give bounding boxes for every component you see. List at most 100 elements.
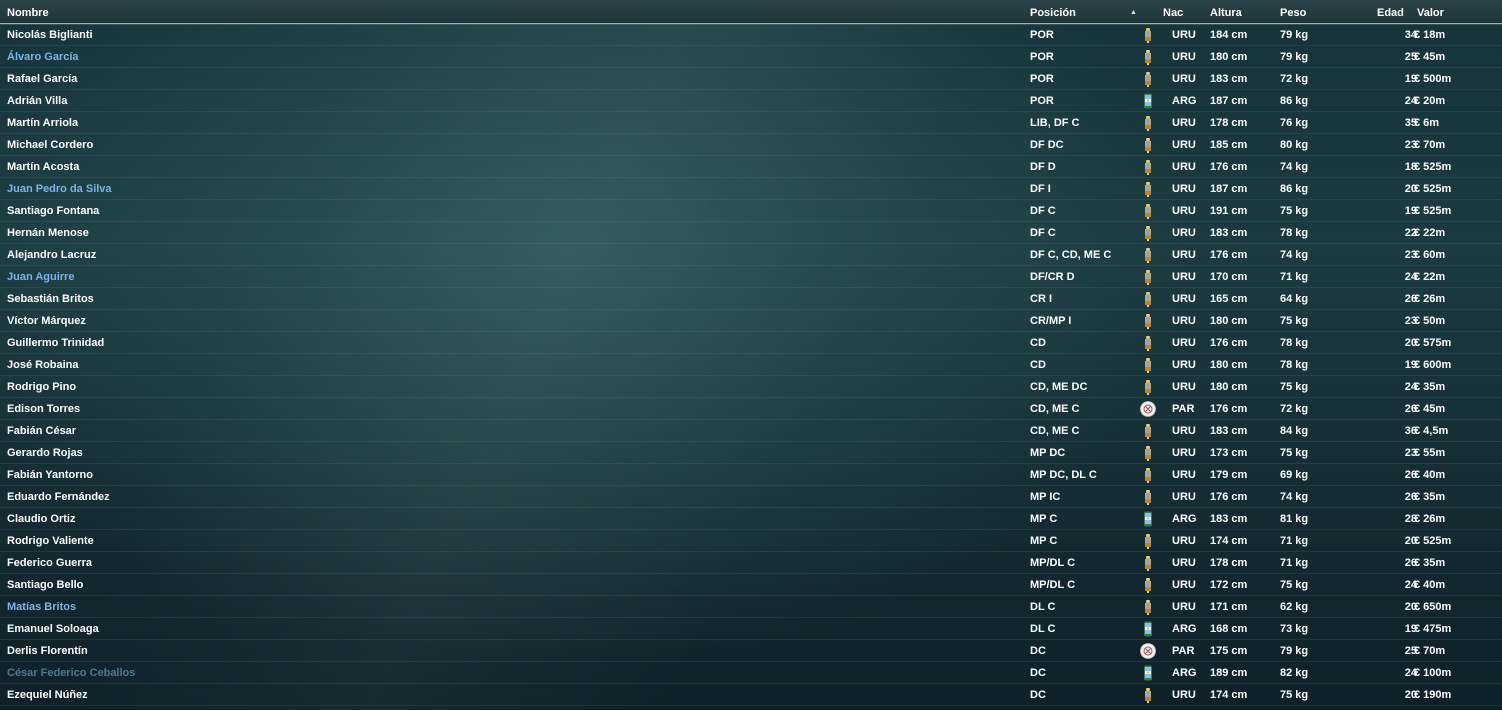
player-name[interactable]: Emanuel Soloaga [7,618,99,640]
table-row[interactable]: Alejandro Lacruz DF C, CD, ME C URU 176 cm 7… [0,244,1502,266]
uruguay-badge-icon[interactable] [1139,687,1157,703]
uruguay-badge-icon[interactable] [1139,577,1157,593]
column-header-nombre[interactable]: Nombre [7,0,49,23]
uruguay-badge-icon[interactable] [1139,137,1157,153]
player-name[interactable]: Martín Arriola [7,112,78,134]
column-header-edad[interactable]: Edad [1377,0,1404,23]
uruguay-badge-icon[interactable] [1139,291,1157,307]
table-row[interactable]: Rafael García POR URU 183 cm 72 kg 19 € 500m [0,68,1502,90]
player-name[interactable]: Santiago Fontana [7,200,99,222]
player-name[interactable]: Rodrigo Valiente [7,530,94,552]
player-name[interactable]: Matías Britos [7,596,76,618]
table-row[interactable]: Adrián Villa POR ARG 187 cm 86 kg 24 € 20m [0,90,1502,112]
player-name[interactable]: Gerardo Rojas [7,442,83,464]
argentina-badge-icon[interactable] [1139,665,1157,681]
uruguay-badge-icon[interactable] [1139,599,1157,615]
table-row[interactable]: Guillermo Trinidad CD URU 176 cm 78 kg 20 € 57… [0,332,1502,354]
player-name[interactable]: Fabián Yantorno [7,464,93,486]
player-name[interactable]: Víctor Márquez [7,310,86,332]
uruguay-badge-icon[interactable] [1139,247,1157,263]
table-row[interactable]: Rodrigo Valiente MP C URU 174 cm 71 kg 20 € 52… [0,530,1502,552]
table-row[interactable]: Martín Arriola LIB, DF C URU 178 cm 76 kg 35 €… [0,112,1502,134]
uruguay-badge-icon[interactable] [1139,269,1157,285]
player-name[interactable]: Hernán Menose [7,222,89,244]
player-name[interactable]: Edison Torres [7,398,80,420]
column-header-altura[interactable]: Altura [1210,0,1242,23]
column-header-valor[interactable]: Valor [1417,0,1444,23]
player-name[interactable]: Álvaro García [7,46,79,68]
table-row[interactable]: Eduardo Fernández MP IC URU 176 cm 74 kg 26 € … [0,486,1502,508]
uruguay-badge-icon[interactable] [1139,71,1157,87]
uruguay-badge-icon[interactable] [1139,225,1157,241]
uruguay-badge-icon[interactable] [1139,49,1157,65]
player-name[interactable]: Martín Acosta [7,156,79,178]
uruguay-badge-icon[interactable] [1139,533,1157,549]
player-name[interactable]: Guillermo Trinidad [7,332,104,354]
player-name[interactable]: Derlis Florentín [7,640,88,662]
table-row[interactable]: Sebastián Britos CR I URU 165 cm 64 kg 26 € 26… [0,288,1502,310]
player-name[interactable]: Nicolás Biglianti [7,24,93,46]
table-row[interactable]: Emanuel Soloaga DL C ARG 168 cm 73 kg 19 € 475… [0,618,1502,640]
table-row[interactable]: Fabián Yantorno MP DC, DL C URU 179 cm 69 kg… [0,464,1502,486]
table-row[interactable]: Víctor Márquez CR/MP I URU 180 cm 75 kg 23 € 5… [0,310,1502,332]
uruguay-badge-icon[interactable] [1139,357,1157,373]
table-row[interactable]: Hernán Menose DF C URU 183 cm 78 kg 22 € 22m [0,222,1502,244]
sort-ascending-icon[interactable]: ▲ [1130,0,1137,23]
table-row[interactable]: Santiago Fontana DF C URU 191 cm 75 kg 19 € 52… [0,200,1502,222]
table-row[interactable]: Nicolás Biglianti POR URU 184 cm 79 kg 34 € 18… [0,24,1502,46]
table-row[interactable]: Derlis Florentín DC PAR 175 cm 79 kg 25 € 70m [0,640,1502,662]
table-row[interactable]: Matías Britos DL C URU 171 cm 62 kg 20 € 650m [0,596,1502,618]
uruguay-badge-icon[interactable] [1139,181,1157,197]
player-name[interactable]: José Robaina [7,354,79,376]
paraguay-badge-icon[interactable] [1139,401,1157,417]
player-name[interactable]: Federico Guerra [7,552,92,574]
column-header-peso[interactable]: Peso [1280,0,1306,23]
table-row[interactable]: Santiago Bello MP/DL C URU 172 cm 75 kg 24 € 4… [0,574,1502,596]
player-name[interactable]: Juan Pedro da Silva [7,178,112,200]
table-row[interactable]: César Federico Ceballos DC ARG 189 cm 82 kg 2… [0,662,1502,684]
player-name[interactable]: Rafael García [7,68,77,90]
argentina-badge-icon[interactable] [1139,93,1157,109]
table-row[interactable]: Fabián César CD, ME C URU 183 cm 84 kg 36 € 4,… [0,420,1502,442]
table-row[interactable]: Gerardo Rojas MP DC URU 173 cm 75 kg 23 € 55m [0,442,1502,464]
column-header-posicion[interactable]: Posición [1030,0,1076,23]
player-name[interactable]: Sebastián Britos [7,288,94,310]
player-name[interactable]: Ezequiel Núñez [7,684,88,706]
table-row[interactable]: Federico Guerra MP/DL C URU 178 cm 71 kg 26 € … [0,552,1502,574]
table-row[interactable]: Claudio Ortiz MP C ARG 183 cm 81 kg 28 € 26m [0,508,1502,530]
argentina-badge-icon[interactable] [1139,511,1157,527]
player-name[interactable]: Fabián César [7,420,76,442]
uruguay-badge-icon[interactable] [1139,313,1157,329]
uruguay-badge-icon[interactable] [1139,489,1157,505]
player-name[interactable]: César Federico Ceballos [7,662,135,684]
table-row[interactable]: Rodrigo Pino CD, ME DC URU 180 cm 75 kg 24 € 3… [0,376,1502,398]
uruguay-badge-icon[interactable] [1139,555,1157,571]
uruguay-badge-icon[interactable] [1139,379,1157,395]
table-row[interactable]: Juan Aguirre DF/CR D URU 170 cm 71 kg 24 € 22m [0,266,1502,288]
player-name[interactable]: Alejandro Lacruz [7,244,96,266]
table-row[interactable]: Martín Acosta DF D URU 176 cm 74 kg 18 € 525m [0,156,1502,178]
uruguay-badge-icon[interactable] [1139,445,1157,461]
table-row[interactable]: Michael Cordero DF DC URU 185 cm 80 kg 23 € 70… [0,134,1502,156]
player-name[interactable]: Juan Aguirre [7,266,74,288]
table-row[interactable]: Edison Torres CD, ME C PAR 176 cm 72 kg 26 € 4… [0,398,1502,420]
player-name[interactable]: Claudio Ortiz [7,508,75,530]
table-row[interactable]: Álvaro García POR URU 180 cm 79 kg 25 € 45m [0,46,1502,68]
player-name[interactable]: Michael Cordero [7,134,93,156]
player-name[interactable]: Rodrigo Pino [7,376,76,398]
player-name[interactable]: Adrián Villa [7,90,67,112]
uruguay-badge-icon[interactable] [1139,467,1157,483]
paraguay-badge-icon[interactable] [1139,643,1157,659]
uruguay-badge-icon[interactable] [1139,159,1157,175]
table-row[interactable]: Juan Pedro da Silva DF I URU 187 cm 86 kg 20 €… [0,178,1502,200]
player-name[interactable]: Eduardo Fernández [7,486,110,508]
uruguay-badge-icon[interactable] [1139,423,1157,439]
table-row[interactable]: Ezequiel Núñez DC URU 174 cm 75 kg 20 € 190m [0,684,1502,706]
player-name[interactable]: Santiago Bello [7,574,83,596]
argentina-badge-icon[interactable] [1139,621,1157,637]
table-row[interactable]: José Robaina CD URU 180 cm 78 kg 19 € 600m [0,354,1502,376]
column-header-nac[interactable]: Nac [1163,0,1183,23]
uruguay-badge-icon[interactable] [1139,203,1157,219]
uruguay-badge-icon[interactable] [1139,27,1157,43]
uruguay-badge-icon[interactable] [1139,335,1157,351]
